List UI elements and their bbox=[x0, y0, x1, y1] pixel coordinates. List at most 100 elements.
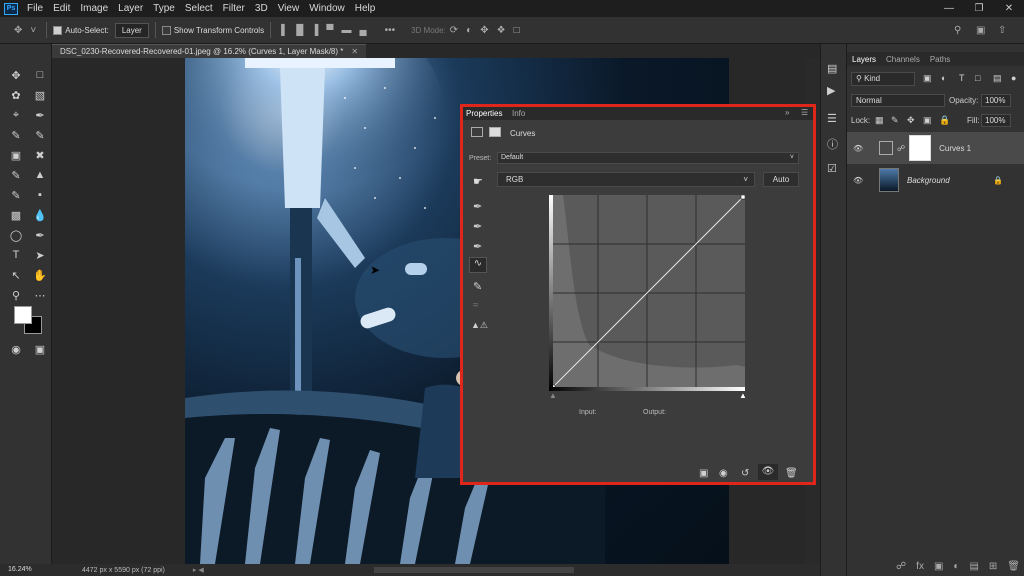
clip-to-layer-icon[interactable]: ▣ bbox=[699, 468, 708, 479]
document-tab[interactable]: DSC_0230-Recovered-Recovered-01.jpeg @ 1… bbox=[52, 44, 367, 58]
menu-image[interactable]: Image bbox=[75, 3, 113, 14]
history-brush-tool-icon[interactable]: ✖ bbox=[30, 146, 50, 164]
auto-select-target-dropdown[interactable]: Layer bbox=[114, 22, 149, 38]
layer-row[interactable]: 👁 Background 🔒 bbox=[847, 164, 1024, 196]
dodge-tool-icon[interactable]: ◯ bbox=[6, 226, 26, 244]
pen-tool-icon[interactable]: ✒ bbox=[30, 226, 50, 244]
fill-input[interactable]: 100% bbox=[981, 114, 1011, 127]
blend-mode-dropdown[interactable]: Normal bbox=[851, 94, 945, 107]
align-top-icon[interactable]: ▀ bbox=[326, 25, 333, 36]
brush-tool-icon[interactable]: ✎ bbox=[30, 126, 50, 144]
scroll-left-icon[interactable]: ◀ bbox=[198, 566, 203, 574]
horizontal-scrollbar[interactable] bbox=[373, 567, 574, 573]
lasso-tool-icon[interactable]: ✿ bbox=[6, 86, 26, 104]
delete-icon[interactable]: 🗑 bbox=[785, 468, 798, 479]
direct-select-tool-icon[interactable]: ↖ bbox=[6, 266, 26, 284]
menu-3d[interactable]: 3D bbox=[250, 3, 273, 14]
chevron-down-icon[interactable]: ˅ bbox=[30, 25, 36, 36]
delete-layer-icon[interactable]: 🗑 bbox=[1007, 561, 1020, 572]
move-tool-icon[interactable]: ✥ bbox=[6, 66, 26, 84]
black-point-eyedropper-icon[interactable]: ✒ bbox=[473, 200, 482, 213]
align-bottom-icon[interactable]: ▄ bbox=[359, 25, 366, 36]
curves-graph[interactable] bbox=[549, 194, 746, 391]
smart-object-filter-icon[interactable]: ▤ bbox=[993, 73, 1002, 84]
3d-roll-icon[interactable]: ◐ bbox=[466, 25, 472, 36]
search-icon[interactable]: ⚲ bbox=[954, 25, 961, 36]
layer-row[interactable]: 👁 ☍ Curves 1 bbox=[847, 132, 1024, 164]
link-layers-icon[interactable]: ☍ bbox=[896, 561, 906, 572]
3d-slide-icon[interactable]: ❖ bbox=[497, 25, 506, 36]
close-icon[interactable]: ✕ bbox=[994, 0, 1024, 17]
layer-name[interactable]: Background bbox=[907, 176, 950, 185]
healing-brush-tool-icon[interactable]: ✎ bbox=[6, 126, 26, 144]
3d-orbit-icon[interactable]: ⟳ bbox=[450, 25, 458, 36]
crop-tool-icon[interactable]: ⌖ bbox=[6, 106, 26, 124]
menu-file[interactable]: File bbox=[22, 3, 48, 14]
menu-edit[interactable]: Edit bbox=[48, 3, 75, 14]
view-previous-icon[interactable]: ◉ bbox=[719, 468, 728, 479]
smooth-curve-icon[interactable]: ≈ bbox=[473, 300, 479, 311]
menu-filter[interactable]: Filter bbox=[218, 3, 250, 14]
lock-artboard-icon[interactable]: ▣ bbox=[923, 115, 932, 126]
adjustment-filter-icon[interactable]: ◐ bbox=[941, 73, 946, 83]
restore-icon[interactable]: ❐ bbox=[964, 0, 994, 17]
eraser-tool-icon[interactable]: ✎ bbox=[6, 166, 26, 184]
menu-layer[interactable]: Layer bbox=[113, 3, 148, 14]
clone-stamp-tool-icon[interactable]: ▣ bbox=[6, 146, 26, 164]
more-tools-icon[interactable]: ⋯ bbox=[30, 286, 50, 304]
panel-menu-icon[interactable]: ☰ bbox=[801, 108, 808, 117]
align-left-icon[interactable]: ▌ bbox=[281, 25, 288, 36]
align-center-icon[interactable]: █ bbox=[296, 25, 303, 36]
marquee-tool-icon[interactable]: □ bbox=[30, 66, 50, 84]
path-select-tool-icon[interactable]: ➤ bbox=[30, 246, 50, 264]
zoom-tool-icon[interactable]: ⚲ bbox=[6, 286, 26, 304]
white-slider-icon[interactable]: ▲ bbox=[739, 391, 747, 400]
lock-all-icon[interactable]: 🔒 bbox=[939, 115, 950, 126]
new-layer-icon[interactable]: ⊞ bbox=[989, 561, 997, 572]
eyedropper-tool-icon[interactable]: ✒ bbox=[30, 106, 50, 124]
layer-mask-thumbnail[interactable] bbox=[909, 135, 932, 161]
move-tool-icon[interactable]: ✥ bbox=[14, 25, 22, 36]
visibility-icon[interactable]: 👁 bbox=[853, 144, 865, 153]
clipping-warning-icon[interactable]: ▲⚠ bbox=[471, 320, 488, 331]
3d-pan-icon[interactable]: ✥ bbox=[480, 25, 488, 36]
reset-icon[interactable]: ↺ bbox=[741, 468, 749, 479]
minimize-icon[interactable]: — bbox=[934, 0, 964, 17]
visibility-icon[interactable]: 👁 bbox=[758, 464, 778, 480]
transform-controls-checkbox[interactable] bbox=[161, 25, 171, 35]
black-slider-icon[interactable]: ▲ bbox=[549, 391, 557, 400]
quick-mask-icon[interactable]: ◉ bbox=[6, 340, 26, 358]
white-point-handle[interactable] bbox=[740, 194, 746, 200]
history-icon[interactable]: ▤ bbox=[827, 62, 837, 75]
menu-help[interactable]: Help bbox=[350, 3, 381, 14]
hand-tool-icon[interactable]: ✋ bbox=[30, 266, 50, 284]
fx-icon[interactable]: fx bbox=[916, 561, 924, 572]
new-group-icon[interactable]: ▤ bbox=[969, 561, 978, 572]
type-filter-icon[interactable]: T bbox=[959, 73, 965, 83]
tab-layers[interactable]: Layers bbox=[847, 55, 881, 64]
preset-dropdown[interactable]: Default ˅ bbox=[497, 152, 799, 164]
gradient-tool-icon[interactable]: ▩ bbox=[6, 206, 26, 224]
auto-select-checkbox[interactable] bbox=[53, 25, 63, 35]
blur-tool-icon[interactable]: 💧 bbox=[30, 206, 50, 224]
foreground-color-swatch[interactable] bbox=[14, 306, 32, 324]
eraser-tool-icon[interactable]: ▪ bbox=[30, 186, 50, 204]
menu-window[interactable]: Window bbox=[304, 3, 350, 14]
auto-button[interactable]: Auto bbox=[763, 172, 799, 187]
opacity-input[interactable]: 100% bbox=[981, 94, 1011, 107]
share-icon[interactable]: ⇧ bbox=[998, 25, 1006, 36]
pen-color-tool-icon[interactable]: ✎ bbox=[6, 186, 26, 204]
visibility-icon[interactable]: 👁 bbox=[853, 176, 865, 185]
layer-name[interactable]: Curves 1 bbox=[939, 144, 971, 153]
zoom-level[interactable]: 16.24% bbox=[0, 564, 52, 576]
align-middle-icon[interactable]: ▬ bbox=[341, 25, 351, 36]
tab-properties[interactable]: Properties bbox=[466, 109, 502, 118]
lock-position-icon[interactable]: ✥ bbox=[907, 115, 915, 126]
channel-dropdown[interactable]: RGB ˅ bbox=[497, 172, 755, 187]
collapse-icon[interactable]: » bbox=[785, 108, 789, 117]
screen-mode-icon[interactable]: ▣ bbox=[30, 340, 50, 358]
add-mask-icon[interactable]: ▣ bbox=[934, 561, 943, 572]
status-arrow-icon[interactable]: ▸ bbox=[193, 566, 197, 574]
quick-select-tool-icon[interactable]: ▧ bbox=[30, 86, 50, 104]
workspace-icon[interactable]: ▣ bbox=[976, 25, 985, 36]
